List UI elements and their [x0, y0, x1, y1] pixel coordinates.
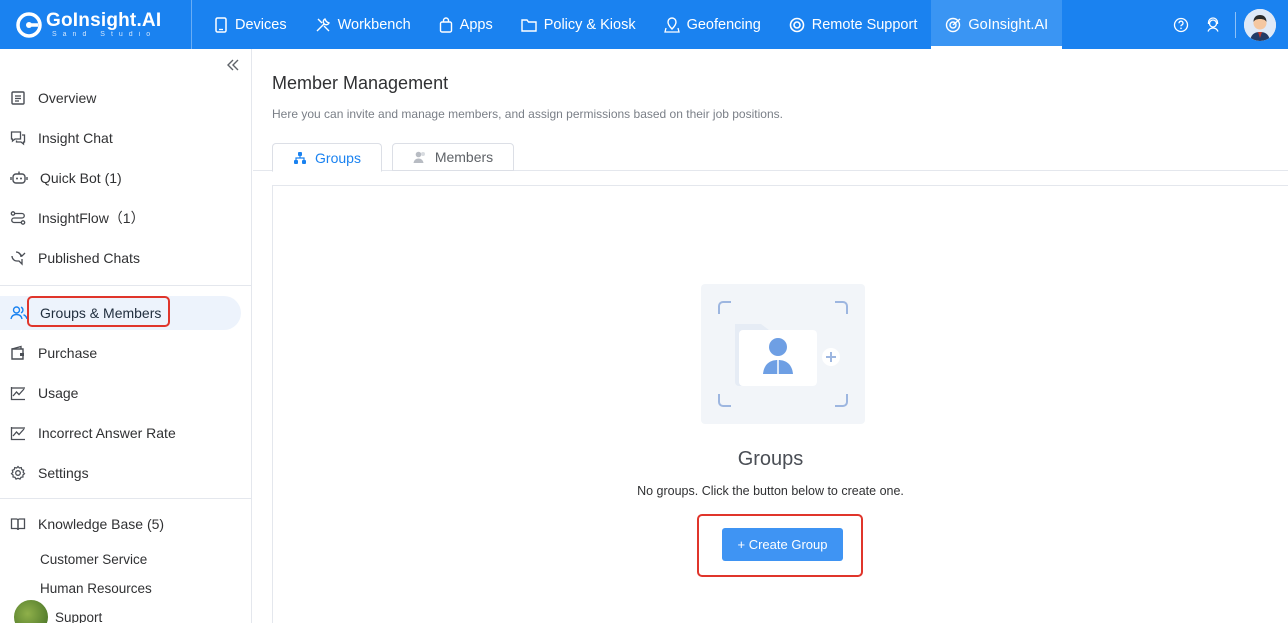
tab-members-label: Members	[434, 149, 494, 165]
document-list-icon	[11, 91, 25, 105]
nav-apps-label: Apps	[459, 16, 493, 33]
nav-geofencing-label: Geofencing	[686, 16, 761, 33]
shopping-bag-icon	[439, 16, 452, 33]
nav-goinsight-ai[interactable]: GoInsight.AI	[931, 0, 1063, 49]
published-chat-icon	[11, 251, 26, 266]
empty-state-illustration	[701, 284, 865, 424]
create-group-button[interactable]: + Create Group	[722, 528, 843, 561]
nav-goinsight-ai-label: GoInsight.AI	[968, 16, 1049, 33]
flow-icon	[10, 211, 26, 225]
sidebar-item-label: Knowledge Base (5)	[38, 516, 165, 532]
chart-line-icon	[10, 387, 25, 401]
sidebar-item-label: Incorrect Answer Rate	[38, 425, 176, 441]
sidebar-item-label: Purchase	[38, 345, 98, 361]
assistant-avatar[interactable]	[12, 598, 50, 623]
nav-policy-kiosk-label: Policy & Kiosk	[543, 16, 636, 33]
kb-item-customer-service[interactable]: Customer Service	[40, 552, 147, 567]
sidebar-item-label: Insight Chat	[38, 130, 113, 146]
nav-devices-label: Devices	[235, 16, 287, 33]
sidebar-item-insightflow[interactable]: InsightFlow（1）	[0, 201, 241, 235]
empty-folder-user-icon	[718, 301, 848, 407]
page-title: Member Management	[272, 73, 449, 93]
map-pin-icon	[663, 16, 680, 33]
sidebar-item-overview[interactable]: Overview	[0, 81, 241, 115]
nav-remote-support-label: Remote Support	[811, 16, 918, 33]
main-content: Member Management Here you can invite an…	[253, 49, 1288, 623]
sidebar-item-label: Quick Bot (1)	[40, 170, 122, 186]
sidebar-item-published-chats[interactable]: Published Chats	[0, 241, 241, 275]
book-icon	[10, 518, 26, 531]
nav-workbench-label: Workbench	[337, 16, 411, 33]
highlight-box-groups-members	[27, 296, 170, 327]
user-avatar-icon	[1244, 8, 1276, 41]
top-nav: Devices Workbench Apps Policy & Kiosk Ge…	[200, 0, 1063, 49]
sidebar-item-knowledge-base[interactable]: Knowledge Base (5)	[0, 507, 241, 541]
robot-icon	[10, 171, 28, 184]
gear-icon	[10, 465, 26, 480]
logo-subtitle: Sand Studio	[52, 30, 157, 38]
collapse-sidebar-icon[interactable]	[225, 57, 241, 73]
ai-logo-icon	[946, 17, 961, 32]
sidebar-item-quick-bot[interactable]: Quick Bot (1)	[0, 161, 241, 195]
chat-icon	[10, 131, 26, 146]
kb-item-human-resources[interactable]: Human Resources	[40, 581, 152, 596]
help-icon[interactable]	[1165, 0, 1197, 49]
support-agent-icon[interactable]	[1197, 0, 1229, 49]
members-icon	[413, 151, 425, 163]
sidebar-item-purchase[interactable]: Purchase	[0, 336, 241, 370]
empty-state-title: Groups	[737, 448, 804, 470]
tab-groups-label: Groups	[315, 149, 361, 166]
sidebar-item-insight-chat[interactable]: Insight Chat	[0, 121, 241, 155]
wallet-icon	[11, 345, 24, 360]
empty-state-description: No groups. Click the button below to cre…	[637, 484, 904, 498]
tools-icon	[316, 17, 330, 31]
nav-remote-support[interactable]: Remote Support	[775, 0, 932, 49]
tablet-icon	[215, 16, 227, 33]
logo-title: GoInsight.AI	[46, 9, 162, 31]
sidebar-item-label: InsightFlow（1）	[38, 210, 145, 226]
sidebar-item-label: Usage	[38, 385, 79, 401]
top-navigation-bar: GoInsight.AI Sand Studio Devices Workben…	[0, 0, 1288, 49]
nav-policy-kiosk[interactable]: Policy & Kiosk	[507, 0, 650, 49]
lifebuoy-icon	[789, 17, 805, 32]
page-description: Here you can invite and manage members, …	[272, 107, 783, 121]
org-chart-icon	[294, 151, 307, 164]
nav-geofencing[interactable]: Geofencing	[650, 0, 775, 49]
sidebar-item-label: Published Chats	[38, 250, 140, 266]
goinsight-logo-icon	[16, 11, 42, 38]
nav-workbench[interactable]: Workbench	[301, 0, 425, 49]
kb-item-support[interactable]: Support	[55, 610, 102, 623]
sidebar: Overview Insight Chat Quick Bot (1) Insi…	[0, 49, 252, 623]
sidebar-item-incorrect-answer-rate[interactable]: Incorrect Answer Rate	[0, 416, 241, 450]
users-icon	[10, 306, 28, 320]
folder-icon	[521, 18, 537, 32]
sidebar-item-settings[interactable]: Settings	[0, 456, 241, 490]
sidebar-item-label: Settings	[38, 465, 89, 481]
sidebar-item-label: Overview	[38, 90, 97, 106]
nav-devices[interactable]: Devices	[200, 0, 301, 49]
nav-apps[interactable]: Apps	[425, 0, 507, 49]
tab-members[interactable]: Members	[392, 143, 514, 171]
tab-groups[interactable]: Groups	[272, 143, 382, 172]
app-logo[interactable]: GoInsight.AI Sand Studio	[0, 0, 192, 49]
chart-line-icon	[10, 427, 25, 441]
sidebar-item-usage[interactable]: Usage	[0, 376, 241, 410]
top-separator	[1235, 11, 1236, 38]
sidebar-divider	[0, 285, 251, 286]
user-avatar[interactable]	[1244, 8, 1276, 41]
sidebar-divider	[0, 498, 251, 499]
